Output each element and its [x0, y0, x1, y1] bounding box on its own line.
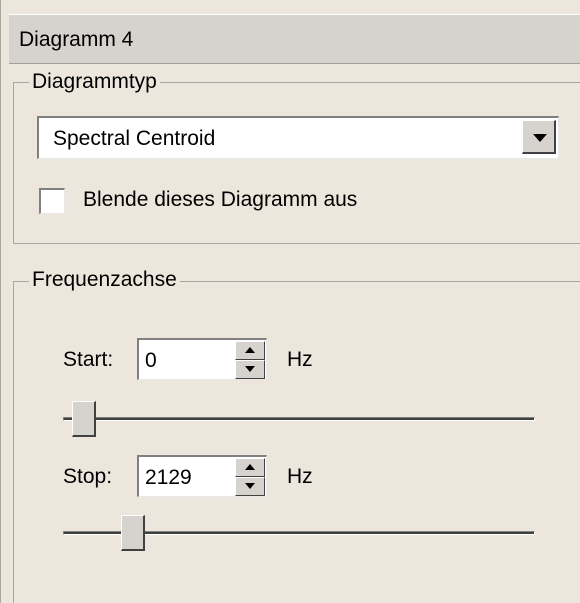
stop-decrement-button[interactable]: [235, 477, 265, 496]
diagram-settings-panel: Diagramm 4 Diagrammtyp Spectral Centroid…: [0, 0, 580, 603]
diagram-type-value: Spectral Centroid: [53, 127, 216, 150]
arrow-down-icon: [245, 366, 255, 372]
stop-unit-label: Hz: [287, 465, 313, 488]
diagram-type-group: [13, 82, 580, 244]
arrow-up-icon: [245, 464, 255, 470]
diagram-type-select[interactable]: Spectral Centroid: [37, 116, 559, 159]
start-label: Start:: [63, 348, 114, 371]
stop-frequency-slider[interactable]: [63, 512, 535, 556]
start-slider-thumb[interactable]: [72, 401, 96, 437]
hide-diagram-label: Blende dieses Diagramm aus: [83, 188, 358, 211]
chevron-down-icon: [533, 134, 547, 142]
panel-title: Diagramm 4: [19, 28, 134, 51]
start-decrement-button[interactable]: [235, 360, 265, 379]
panel-titlebar: Diagramm 4: [9, 14, 580, 64]
start-frequency-input[interactable]: 0: [137, 338, 267, 380]
start-increment-button[interactable]: [235, 341, 265, 360]
stop-spinner: [235, 458, 265, 496]
start-frequency-value: 0: [145, 349, 157, 372]
arrow-down-icon: [245, 483, 255, 489]
frequency-axis-legend: Frequenzachse: [29, 268, 180, 292]
stop-slider-thumb[interactable]: [121, 515, 145, 551]
hide-diagram-checkbox[interactable]: [39, 188, 65, 214]
stop-frequency-input[interactable]: 2129: [137, 455, 267, 497]
stop-increment-button[interactable]: [235, 458, 265, 477]
arrow-up-icon: [245, 347, 255, 353]
start-unit-label: Hz: [287, 348, 313, 371]
stop-label: Stop:: [63, 465, 113, 488]
start-slider-track: [63, 417, 535, 421]
start-spinner: [235, 341, 265, 379]
start-frequency-slider[interactable]: [63, 398, 535, 442]
stop-frequency-value: 2129: [145, 466, 192, 489]
dropdown-button[interactable]: [522, 120, 556, 154]
diagram-type-legend: Diagrammtyp: [29, 70, 160, 94]
